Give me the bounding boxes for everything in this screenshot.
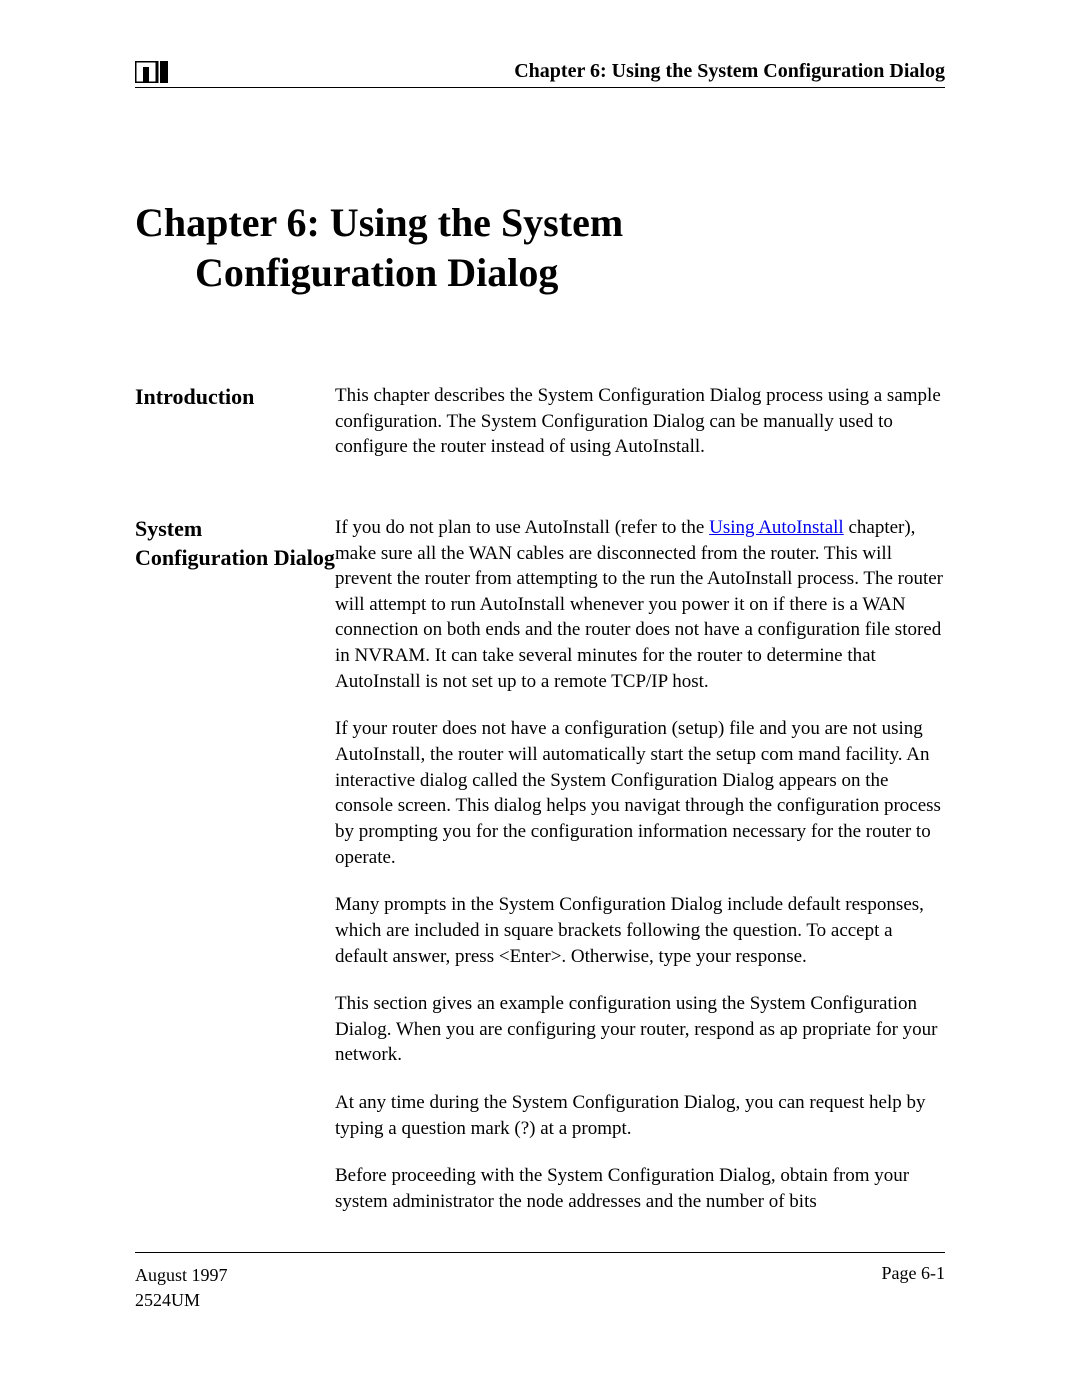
chapter-title: Chapter 6: Using the System Configuratio… bbox=[135, 198, 945, 298]
scd-paragraph-5: At any time during the System Configurat… bbox=[335, 1090, 945, 1141]
header-chapter-title: Chapter 6: Using the System Configuratio… bbox=[514, 60, 945, 83]
scd-heading: System Configuration Dialog bbox=[135, 515, 335, 572]
footer-left: August 1997 2524UM bbox=[135, 1263, 228, 1312]
using-autoinstall-link[interactable]: Using AutoInstall bbox=[709, 517, 844, 538]
introduction-heading: Introduction bbox=[135, 383, 335, 412]
chapter-title-line2: Configuration Dialog bbox=[135, 248, 945, 298]
company-logo-icon bbox=[135, 61, 171, 83]
page-header: Chapter 6: Using the System Configuratio… bbox=[135, 60, 945, 88]
introduction-paragraph: This chapter describes the System Config… bbox=[335, 383, 945, 460]
section-introduction: Introduction This chapter describes the … bbox=[135, 383, 945, 460]
scd-p1-suffix: chapter), make sure all the WAN cables a… bbox=[335, 517, 943, 692]
introduction-body: This chapter describes the System Config… bbox=[335, 383, 945, 460]
scd-paragraph-2: If your router does not have a configura… bbox=[335, 716, 945, 870]
chapter-title-line1: Chapter 6: Using the System bbox=[135, 200, 623, 245]
scd-paragraph-3: Many prompts in the System Configuration… bbox=[335, 892, 945, 969]
document-page: Chapter 6: Using the System Configuratio… bbox=[0, 0, 1080, 1330]
footer-docnum: 2524UM bbox=[135, 1288, 228, 1312]
page-footer: August 1997 2524UM Page 6-1 bbox=[135, 1252, 945, 1312]
scd-p1-prefix: If you do not plan to use AutoInstall (r… bbox=[335, 517, 709, 538]
scd-body: If you do not plan to use AutoInstall (r… bbox=[335, 515, 945, 1215]
scd-paragraph-4: This section gives an example configurat… bbox=[335, 991, 945, 1068]
footer-page-number: Page 6-1 bbox=[882, 1263, 945, 1312]
scd-paragraph-1: If you do not plan to use AutoInstall (r… bbox=[335, 515, 945, 694]
scd-paragraph-6: Before proceeding with the System Config… bbox=[335, 1163, 945, 1214]
footer-date: August 1997 bbox=[135, 1263, 228, 1287]
section-system-config-dialog: System Configuration Dialog If you do no… bbox=[135, 515, 945, 1215]
